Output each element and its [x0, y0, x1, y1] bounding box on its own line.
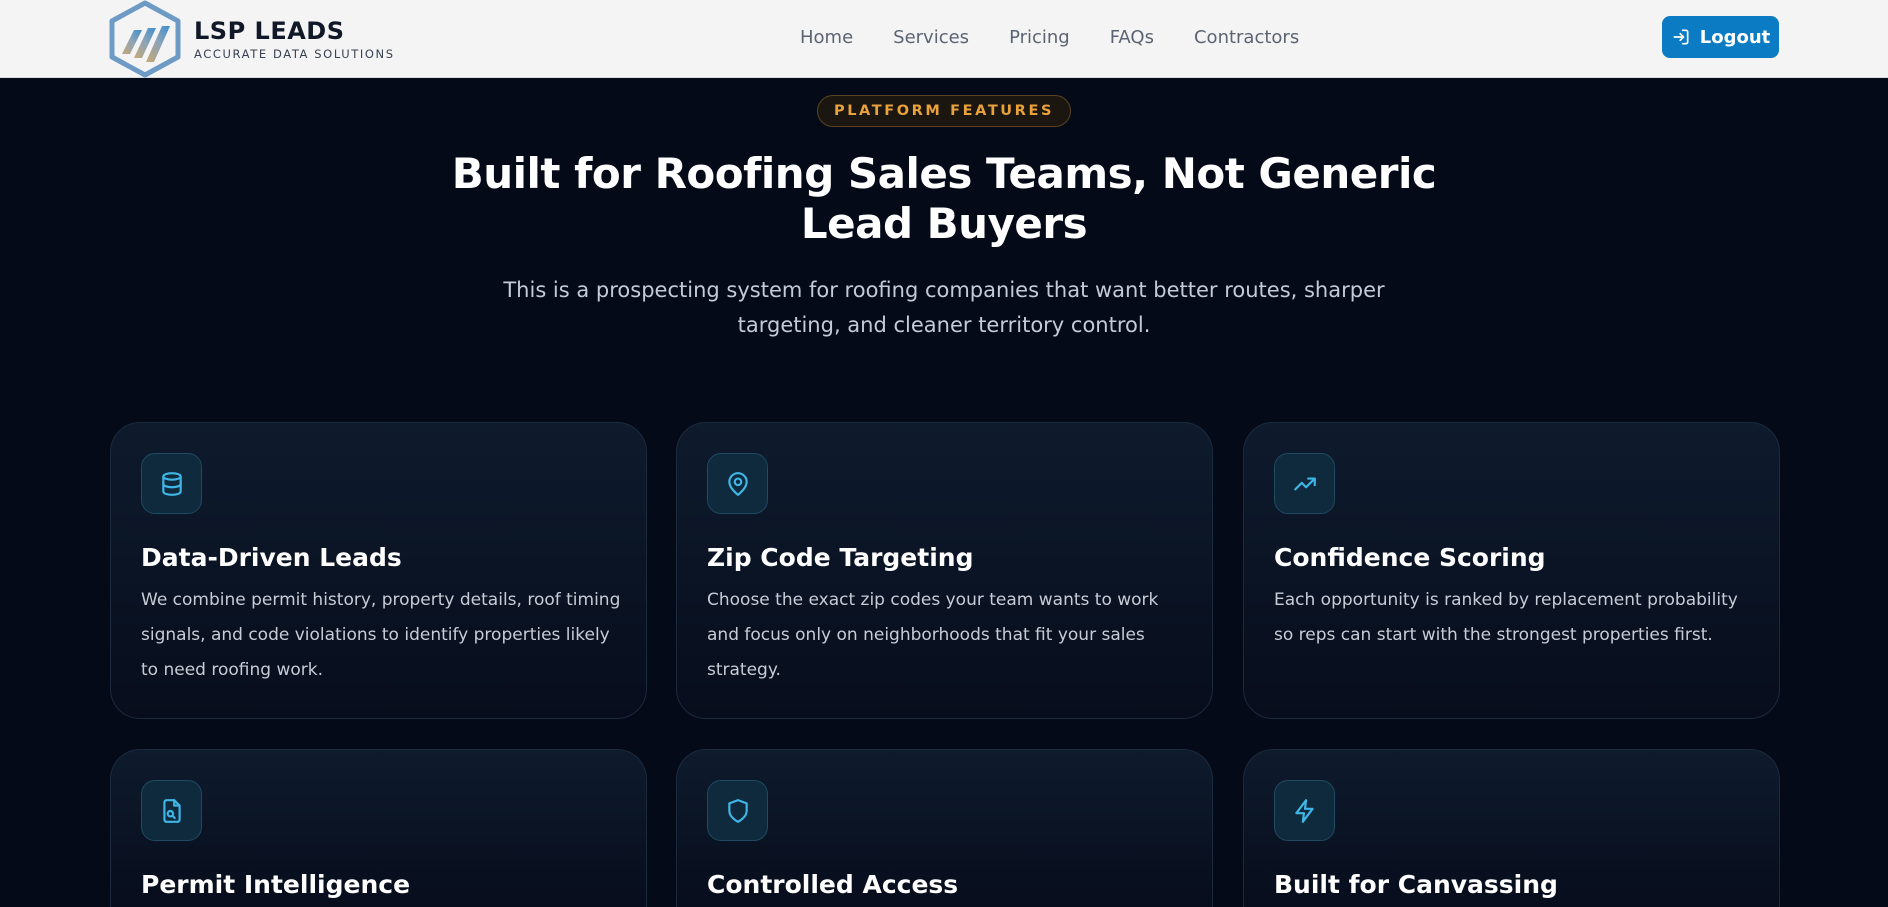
feature-title: Permit Intelligence — [141, 870, 411, 899]
map-pin-icon — [727, 471, 748, 496]
card-icon-wrap — [707, 453, 768, 514]
features-hero: PLATFORM FEATURES Built for Roofing Sale… — [0, 78, 1888, 343]
feature-title: Data-Driven Leads — [141, 543, 402, 572]
feature-title: Controlled Access — [707, 870, 959, 899]
card-icon-wrap — [1274, 780, 1335, 841]
card-icon-wrap — [141, 453, 202, 514]
feature-card-built-for-canvassing: Built for Canvassing — [1243, 749, 1780, 907]
file-search-icon — [162, 798, 181, 823]
brand-name: LSP LEADS — [194, 17, 345, 45]
logout-button[interactable]: Logout — [1662, 16, 1779, 58]
card-icon-wrap — [141, 780, 202, 841]
section-subtitle: This is a prospecting system for roofing… — [503, 278, 1385, 337]
main-nav: Home Services Pricing FAQs Contractors — [800, 0, 1339, 74]
feature-title: Confidence Scoring — [1274, 543, 1546, 572]
top-navbar: LSP LEADS ACCURATE DATA SOLUTIONS Home S… — [0, 0, 1888, 78]
brand-tagline: ACCURATE DATA SOLUTIONS — [194, 47, 395, 61]
feature-description: We combine permit history, property deta… — [141, 590, 621, 680]
brand-logo[interactable]: LSP LEADS ACCURATE DATA SOLUTIONS — [108, 0, 395, 78]
trending-up-icon — [1293, 477, 1316, 490]
shield-icon — [727, 798, 748, 823]
feature-card-confidence-scoring: Confidence Scoring Each opportunity is r… — [1243, 422, 1780, 719]
feature-description: Choose the exact zip codes your team wan… — [707, 590, 1159, 680]
card-icon-wrap — [1274, 453, 1335, 514]
nav-link-pricing[interactable]: Pricing — [1009, 27, 1070, 48]
nav-link-faqs[interactable]: FAQs — [1110, 27, 1154, 48]
logout-icon — [1673, 29, 1689, 45]
feature-title: Built for Canvassing — [1274, 870, 1558, 899]
feature-card-data-driven-leads: Data-Driven Leads We combine permit hist… — [110, 422, 647, 719]
feature-card-zip-code-targeting: Zip Code Targeting Choose the exact zip … — [676, 422, 1213, 719]
section-badge: PLATFORM FEATURES — [816, 95, 1071, 127]
nav-link-services[interactable]: Services — [893, 27, 969, 48]
feature-title: Zip Code Targeting — [707, 543, 974, 572]
feature-card-permit-intelligence: Permit Intelligence — [110, 749, 647, 907]
lightning-icon — [1294, 798, 1314, 823]
section-title: Built for Roofing Sales Teams, Not Gener… — [451, 149, 1437, 248]
feature-card-controlled-access: Controlled Access — [676, 749, 1213, 907]
logo-hexagon-icon — [109, 0, 181, 78]
database-icon — [161, 471, 182, 496]
nav-link-contractors[interactable]: Contractors — [1194, 27, 1299, 48]
card-icon-wrap — [707, 780, 768, 841]
feature-description: Each opportunity is ranked by replacemen… — [1274, 590, 1738, 645]
nav-link-home[interactable]: Home — [800, 27, 853, 48]
logout-label: Logout — [1699, 26, 1771, 48]
